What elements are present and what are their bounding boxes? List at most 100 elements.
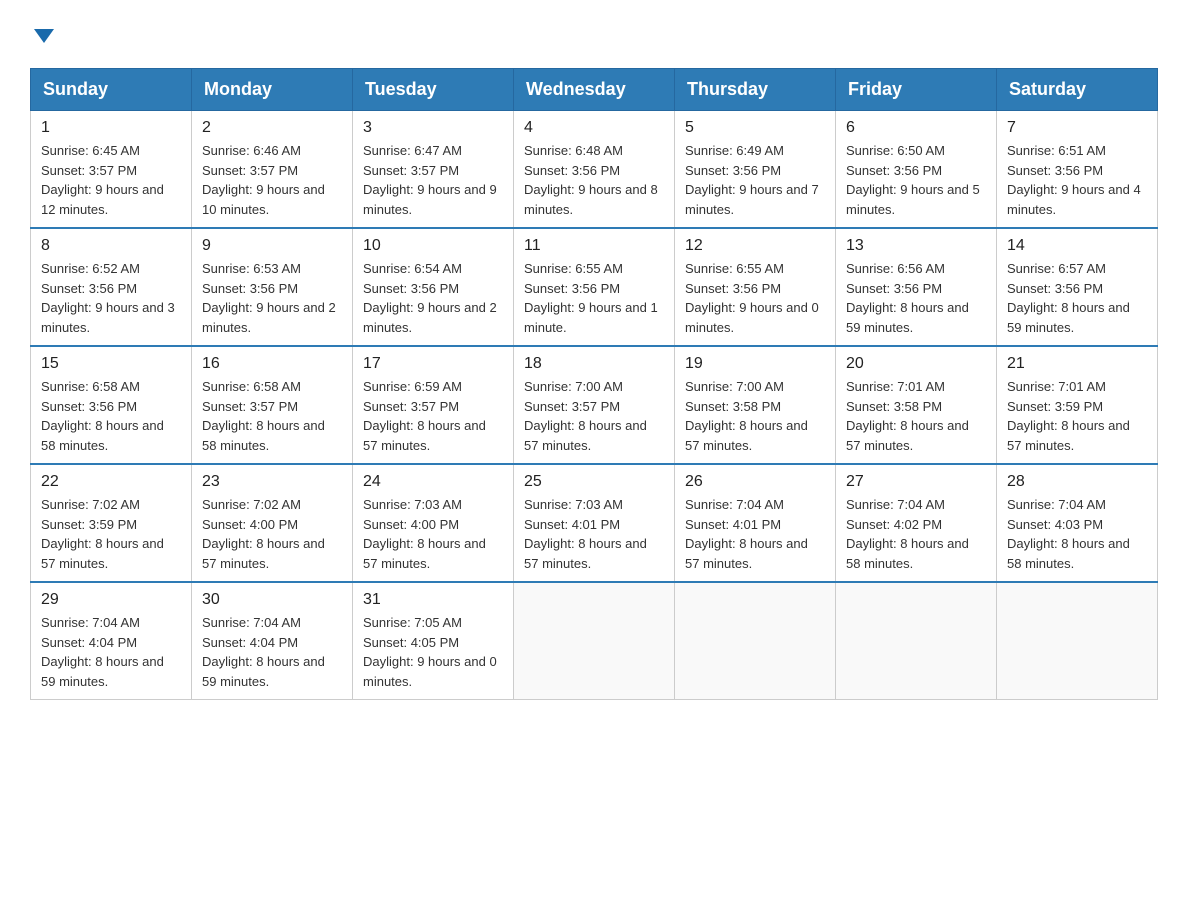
day-number: 29 <box>41 591 181 609</box>
calendar-day-cell: 14 Sunrise: 6:57 AMSunset: 3:56 PMDayligh… <box>997 228 1158 346</box>
day-info: Sunrise: 6:46 AMSunset: 3:57 PMDaylight:… <box>202 141 342 219</box>
day-number: 18 <box>524 355 664 373</box>
day-info: Sunrise: 6:48 AMSunset: 3:56 PMDaylight:… <box>524 141 664 219</box>
calendar-day-cell <box>997 582 1158 700</box>
day-number: 10 <box>363 237 503 255</box>
day-info: Sunrise: 7:00 AMSunset: 3:58 PMDaylight:… <box>685 377 825 455</box>
day-info: Sunrise: 6:50 AMSunset: 3:56 PMDaylight:… <box>846 141 986 219</box>
calendar-day-cell: 10 Sunrise: 6:54 AMSunset: 3:56 PMDayligh… <box>353 228 514 346</box>
calendar-day-cell: 2 Sunrise: 6:46 AMSunset: 3:57 PMDaylight… <box>192 111 353 229</box>
calendar-week-row: 22Sunrise: 7:02 AMSunset: 3:59 PMDayligh… <box>31 464 1158 582</box>
calendar-day-cell: 1 Sunrise: 6:45 AMSunset: 3:57 PMDaylight… <box>31 111 192 229</box>
calendar-day-cell: 25 Sunrise: 7:03 AMSunset: 4:01 PMDayligh… <box>514 464 675 582</box>
calendar-day-cell: 30 Sunrise: 7:04 AMSunset: 4:04 PMDayligh… <box>192 582 353 700</box>
calendar-day-cell <box>836 582 997 700</box>
day-number: 20 <box>846 355 986 373</box>
calendar-day-cell: 8 Sunrise: 6:52 AMSunset: 3:56 PMDaylight… <box>31 228 192 346</box>
calendar-day-cell: 17Sunrise: 6:59 AMSunset: 3:57 PMDayligh… <box>353 346 514 464</box>
calendar-day-cell: 18 Sunrise: 7:00 AMSunset: 3:57 PMDayligh… <box>514 346 675 464</box>
calendar-day-cell: 15 Sunrise: 6:58 AMSunset: 3:56 PMDayligh… <box>31 346 192 464</box>
day-number: 16 <box>202 355 342 373</box>
day-info: Sunrise: 7:02 AMSunset: 4:00 PMDaylight:… <box>202 495 342 573</box>
day-info: Sunrise: 6:52 AMSunset: 3:56 PMDaylight:… <box>41 259 181 337</box>
day-number: 21 <box>1007 355 1147 373</box>
calendar-day-cell: 5 Sunrise: 6:49 AMSunset: 3:56 PMDaylight… <box>675 111 836 229</box>
day-info: Sunrise: 6:51 AMSunset: 3:56 PMDaylight:… <box>1007 141 1147 219</box>
header-monday: Monday <box>192 69 353 111</box>
header-tuesday: Tuesday <box>353 69 514 111</box>
weekday-header-row: Sunday Monday Tuesday Wednesday Thursday… <box>31 69 1158 111</box>
day-number: 25 <box>524 473 664 491</box>
day-info: Sunrise: 7:03 AMSunset: 4:01 PMDaylight:… <box>524 495 664 573</box>
calendar-day-cell: 19 Sunrise: 7:00 AMSunset: 3:58 PMDayligh… <box>675 346 836 464</box>
day-info: Sunrise: 7:00 AMSunset: 3:57 PMDaylight:… <box>524 377 664 455</box>
calendar-day-cell: 31Sunrise: 7:05 AMSunset: 4:05 PMDayligh… <box>353 582 514 700</box>
day-number: 4 <box>524 119 664 137</box>
day-info: Sunrise: 7:05 AMSunset: 4:05 PMDaylight:… <box>363 613 503 691</box>
calendar-day-cell: 24Sunrise: 7:03 AMSunset: 4:00 PMDayligh… <box>353 464 514 582</box>
calendar-day-cell: 4 Sunrise: 6:48 AMSunset: 3:56 PMDaylight… <box>514 111 675 229</box>
day-number: 1 <box>41 119 181 137</box>
calendar-week-row: 29 Sunrise: 7:04 AMSunset: 4:04 PMDayligh… <box>31 582 1158 700</box>
calendar-week-row: 15 Sunrise: 6:58 AMSunset: 3:56 PMDayligh… <box>31 346 1158 464</box>
day-number: 5 <box>685 119 825 137</box>
day-info: Sunrise: 7:04 AMSunset: 4:04 PMDaylight:… <box>202 613 342 691</box>
day-info: Sunrise: 6:47 AMSunset: 3:57 PMDaylight:… <box>363 141 503 219</box>
header-friday: Friday <box>836 69 997 111</box>
calendar-day-cell: 7 Sunrise: 6:51 AMSunset: 3:56 PMDaylight… <box>997 111 1158 229</box>
calendar-day-cell: 22Sunrise: 7:02 AMSunset: 3:59 PMDayligh… <box>31 464 192 582</box>
day-info: Sunrise: 6:58 AMSunset: 3:57 PMDaylight:… <box>202 377 342 455</box>
day-info: Sunrise: 6:58 AMSunset: 3:56 PMDaylight:… <box>41 377 181 455</box>
calendar-day-cell: 21 Sunrise: 7:01 AMSunset: 3:59 PMDayligh… <box>997 346 1158 464</box>
day-number: 19 <box>685 355 825 373</box>
calendar-week-row: 1 Sunrise: 6:45 AMSunset: 3:57 PMDaylight… <box>31 111 1158 229</box>
day-number: 7 <box>1007 119 1147 137</box>
calendar-day-cell: 3Sunrise: 6:47 AMSunset: 3:57 PMDaylight… <box>353 111 514 229</box>
day-info: Sunrise: 7:01 AMSunset: 3:58 PMDaylight:… <box>846 377 986 455</box>
calendar-day-cell: 23 Sunrise: 7:02 AMSunset: 4:00 PMDayligh… <box>192 464 353 582</box>
day-info: Sunrise: 6:45 AMSunset: 3:57 PMDaylight:… <box>41 141 181 219</box>
calendar-day-cell: 12 Sunrise: 6:55 AMSunset: 3:56 PMDayligh… <box>675 228 836 346</box>
calendar-day-cell: 20 Sunrise: 7:01 AMSunset: 3:58 PMDayligh… <box>836 346 997 464</box>
page-header <box>30 20 1158 48</box>
day-number: 12 <box>685 237 825 255</box>
day-number: 2 <box>202 119 342 137</box>
day-info: Sunrise: 7:04 AMSunset: 4:01 PMDaylight:… <box>685 495 825 573</box>
calendar-table: Sunday Monday Tuesday Wednesday Thursday… <box>30 68 1158 700</box>
day-number: 26 <box>685 473 825 491</box>
day-info: Sunrise: 7:02 AMSunset: 3:59 PMDaylight:… <box>41 495 181 573</box>
day-info: Sunrise: 6:55 AMSunset: 3:56 PMDaylight:… <box>685 259 825 337</box>
calendar-day-cell <box>514 582 675 700</box>
calendar-week-row: 8 Sunrise: 6:52 AMSunset: 3:56 PMDaylight… <box>31 228 1158 346</box>
day-info: Sunrise: 6:49 AMSunset: 3:56 PMDaylight:… <box>685 141 825 219</box>
calendar-day-cell: 13Sunrise: 6:56 AMSunset: 3:56 PMDayligh… <box>836 228 997 346</box>
day-info: Sunrise: 6:53 AMSunset: 3:56 PMDaylight:… <box>202 259 342 337</box>
day-info: Sunrise: 6:59 AMSunset: 3:57 PMDaylight:… <box>363 377 503 455</box>
day-info: Sunrise: 6:55 AMSunset: 3:56 PMDaylight:… <box>524 259 664 337</box>
day-number: 9 <box>202 237 342 255</box>
day-info: Sunrise: 7:04 AMSunset: 4:02 PMDaylight:… <box>846 495 986 573</box>
day-info: Sunrise: 6:54 AMSunset: 3:56 PMDaylight:… <box>363 259 503 337</box>
header-sunday: Sunday <box>31 69 192 111</box>
day-info: Sunrise: 7:04 AMSunset: 4:04 PMDaylight:… <box>41 613 181 691</box>
day-number: 30 <box>202 591 342 609</box>
calendar-day-cell: 29 Sunrise: 7:04 AMSunset: 4:04 PMDayligh… <box>31 582 192 700</box>
calendar-day-cell: 11 Sunrise: 6:55 AMSunset: 3:56 PMDayligh… <box>514 228 675 346</box>
day-number: 24 <box>363 473 503 491</box>
calendar-day-cell: 26 Sunrise: 7:04 AMSunset: 4:01 PMDayligh… <box>675 464 836 582</box>
calendar-day-cell <box>675 582 836 700</box>
day-number: 11 <box>524 237 664 255</box>
day-info: Sunrise: 6:57 AMSunset: 3:56 PMDaylight:… <box>1007 259 1147 337</box>
header-saturday: Saturday <box>997 69 1158 111</box>
calendar-day-cell: 16 Sunrise: 6:58 AMSunset: 3:57 PMDayligh… <box>192 346 353 464</box>
day-info: Sunrise: 7:01 AMSunset: 3:59 PMDaylight:… <box>1007 377 1147 455</box>
day-number: 23 <box>202 473 342 491</box>
day-number: 8 <box>41 237 181 255</box>
day-number: 15 <box>41 355 181 373</box>
day-number: 13 <box>846 237 986 255</box>
day-info: Sunrise: 7:04 AMSunset: 4:03 PMDaylight:… <box>1007 495 1147 573</box>
calendar-day-cell: 9 Sunrise: 6:53 AMSunset: 3:56 PMDaylight… <box>192 228 353 346</box>
day-number: 14 <box>1007 237 1147 255</box>
calendar-day-cell: 6Sunrise: 6:50 AMSunset: 3:56 PMDaylight… <box>836 111 997 229</box>
header-wednesday: Wednesday <box>514 69 675 111</box>
